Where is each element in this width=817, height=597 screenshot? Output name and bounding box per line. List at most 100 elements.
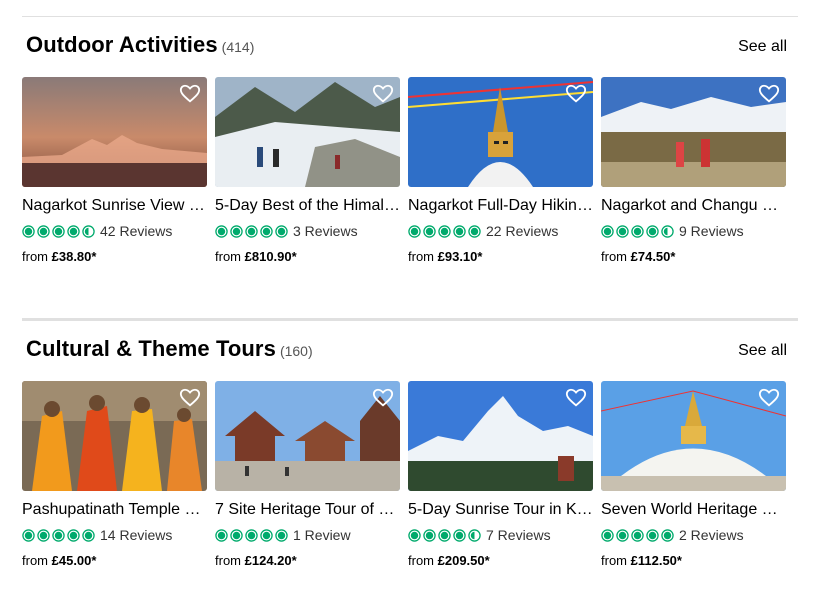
product-title[interactable]: Nagarkot and Changu … [601, 197, 786, 215]
rating: 2 Reviews [601, 527, 744, 543]
product-card[interactable]: Nagarkot Sunrise View … 42 Reviews from … [22, 77, 207, 277]
rating-bubble [82, 224, 95, 238]
rating-bubble [661, 224, 674, 238]
product-title[interactable]: Nagarkot Sunrise View … [22, 197, 207, 215]
product-card[interactable]: 5-Day Best of the Himal… 3 Reviews from … [215, 77, 400, 277]
rating-bubble [215, 224, 228, 238]
product-card[interactable]: Seven World Heritage … 2 Reviews from £1… [601, 381, 786, 581]
rating: 14 Reviews [22, 527, 172, 543]
heart-outline-icon[interactable] [372, 387, 394, 409]
review-count[interactable]: 14 Reviews [100, 527, 172, 543]
product-image[interactable] [408, 77, 593, 187]
section-title: Cultural & Theme Tours [26, 336, 276, 361]
review-count[interactable]: 2 Reviews [679, 527, 744, 543]
heart-outline-icon[interactable] [565, 387, 587, 409]
price: from £209.50* [408, 553, 490, 568]
see-all-link[interactable]: See all [738, 38, 787, 56]
rating-bubble [423, 224, 436, 238]
heart-outline-icon[interactable] [179, 83, 201, 105]
product-card-row: Nagarkot Sunrise View … 42 Reviews from … [22, 77, 802, 277]
rating-bubble [52, 224, 65, 238]
bubble-rating-icon [408, 224, 481, 238]
rating-bubble [631, 224, 644, 238]
product-card[interactable]: Nagarkot and Changu … 9 Reviews from £74… [601, 77, 786, 277]
section-count: (414) [221, 39, 255, 55]
section-title: Outdoor Activities [26, 32, 218, 57]
rating-bubble [230, 528, 243, 542]
product-title[interactable]: 7 Site Heritage Tour of … [215, 501, 400, 519]
product-title[interactable]: 5-Day Best of the Himal… [215, 197, 400, 215]
heart-outline-icon[interactable] [758, 83, 780, 105]
top-divider [22, 16, 798, 17]
see-all-link[interactable]: See all [738, 342, 787, 360]
rating: 3 Reviews [215, 223, 358, 239]
price-amount: £45.00* [51, 553, 97, 568]
rating-bubble [215, 528, 228, 542]
price: from £74.50* [601, 249, 675, 264]
review-count[interactable]: 3 Reviews [293, 223, 358, 239]
rating-bubble [601, 528, 614, 542]
price-amount: £124.20* [244, 553, 297, 568]
product-title[interactable]: Nagarkot Full-Day Hikin… [408, 197, 593, 215]
product-image[interactable] [601, 77, 786, 187]
rating-bubble [275, 224, 288, 238]
rating-bubble [408, 224, 421, 238]
price: from £112.50* [601, 553, 682, 568]
rating-bubble [408, 528, 421, 542]
product-image[interactable] [408, 381, 593, 491]
rating-bubble [230, 224, 243, 238]
rating-bubble [601, 224, 614, 238]
rating-bubble [616, 224, 629, 238]
review-count[interactable]: 9 Reviews [679, 223, 744, 239]
rating-bubble [67, 528, 80, 542]
section-header: Outdoor Activities (414) [26, 32, 254, 64]
rating: 1 Review [215, 527, 351, 543]
bubble-rating-icon [601, 528, 674, 542]
review-count[interactable]: 22 Reviews [486, 223, 558, 239]
product-title[interactable]: 5-Day Sunrise Tour in K… [408, 501, 593, 519]
heart-outline-icon[interactable] [565, 83, 587, 105]
rating-bubble [453, 528, 466, 542]
review-count[interactable]: 1 Review [293, 527, 351, 543]
product-card[interactable]: Pashupatinath Temple … 14 Reviews from £… [22, 381, 207, 581]
section-count: (160) [279, 343, 313, 359]
price-prefix: from [408, 553, 434, 568]
price-prefix: from [215, 553, 241, 568]
rating-bubble [37, 528, 50, 542]
price-prefix: from [22, 553, 48, 568]
rating-bubble [82, 528, 95, 542]
product-image[interactable] [215, 77, 400, 187]
rating-bubble [22, 224, 35, 238]
rating-bubble [245, 528, 258, 542]
product-image[interactable] [215, 381, 400, 491]
section-header: Cultural & Theme Tours (160) [26, 336, 313, 368]
heart-outline-icon[interactable] [179, 387, 201, 409]
product-image[interactable] [601, 381, 786, 491]
rating-bubble [37, 224, 50, 238]
rating-bubble [616, 528, 629, 542]
heart-outline-icon[interactable] [372, 83, 394, 105]
rating-bubble [453, 224, 466, 238]
price-prefix: from [601, 249, 627, 264]
price-prefix: from [215, 249, 241, 264]
rating-bubble [245, 224, 258, 238]
review-count[interactable]: 7 Reviews [486, 527, 551, 543]
price: from £38.80* [22, 249, 96, 264]
review-count[interactable]: 42 Reviews [100, 223, 172, 239]
rating-bubble [22, 528, 35, 542]
rating-bubble [468, 528, 481, 542]
product-card[interactable]: 5-Day Sunrise Tour in K… 7 Reviews from … [408, 381, 593, 581]
product-image[interactable] [22, 381, 207, 491]
product-image[interactable] [22, 77, 207, 187]
product-title[interactable]: Seven World Heritage … [601, 501, 786, 519]
price-amount: £810.90* [244, 249, 297, 264]
product-card[interactable]: Nagarkot Full-Day Hikin… 22 Reviews from… [408, 77, 593, 277]
product-card[interactable]: 7 Site Heritage Tour of … 1 Review from … [215, 381, 400, 581]
product-title[interactable]: Pashupatinath Temple … [22, 501, 207, 519]
bubble-rating-icon [215, 224, 288, 238]
heart-outline-icon[interactable] [758, 387, 780, 409]
price: from £45.00* [22, 553, 96, 568]
rating-bubble [661, 528, 674, 542]
rating: 22 Reviews [408, 223, 558, 239]
bubble-rating-icon [22, 224, 95, 238]
